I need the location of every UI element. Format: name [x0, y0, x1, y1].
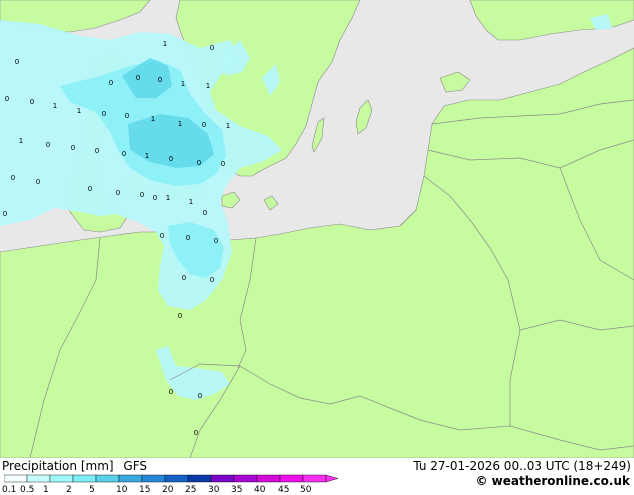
station-value: 0	[178, 312, 182, 320]
colorbar-segment	[72, 474, 97, 483]
colorbar-tick-label: 1	[43, 485, 49, 495]
station-value: 1	[206, 82, 210, 90]
colorbar-tick-label: 2	[66, 485, 72, 495]
colorbar-tick-label: 0.1	[2, 485, 17, 495]
station-value: 0	[202, 121, 206, 129]
station-value: 1	[189, 198, 193, 206]
station-value: 0	[88, 185, 92, 193]
station-value: 0	[186, 234, 190, 242]
station-value: 1	[77, 107, 81, 115]
station-value: 0	[95, 147, 99, 155]
station-value: 0	[210, 44, 214, 52]
colorbar-tick-label: 40	[254, 485, 266, 495]
station-value: 0	[158, 76, 162, 84]
colorbar-segment	[187, 474, 212, 483]
station-value: 0	[15, 58, 19, 66]
colorbar-tick-label: 5	[89, 485, 95, 495]
station-value: 0	[169, 388, 173, 396]
station-value: 1	[166, 194, 170, 202]
station-value: 0	[122, 150, 126, 158]
station-value: 1	[151, 115, 155, 123]
station-value: 0	[30, 98, 34, 106]
station-value: 0	[160, 232, 164, 240]
station-value: 0	[5, 95, 9, 103]
precipitation-map: 0 1 0 0 0 1 1 0 0 0 0 1 1 1 1 0 0 0 0 1 1 0 0 1 0 0 0 0 0 0 0 0 1 1 0 0 0 0 0 0…	[0, 0, 634, 458]
valid-time: Tu 27-01-2026 00..03 UTC (18+249)	[413, 459, 631, 473]
station-value: 0	[71, 144, 75, 152]
station-value: 0	[194, 429, 198, 437]
colorbar-segment	[210, 474, 235, 483]
station-value: 0	[136, 74, 140, 82]
colorbar-segment	[141, 474, 166, 483]
colorbar-segment	[49, 474, 74, 483]
station-value: 0	[153, 194, 157, 202]
station-value: 1	[163, 40, 167, 48]
station-value: 0	[46, 141, 50, 149]
station-value: 0	[197, 159, 201, 167]
station-value: 0	[221, 160, 225, 168]
station-value: 1	[181, 80, 185, 88]
station-value: 0	[125, 112, 129, 120]
station-value: 1	[53, 102, 57, 110]
station-value: 0	[11, 174, 15, 182]
station-value: 0	[116, 189, 120, 197]
precip-colorbar	[4, 474, 339, 483]
colorbar-tick-label: 15	[139, 485, 151, 495]
model-name: GFS	[123, 459, 147, 473]
station-value: 0	[214, 237, 218, 245]
colorbar-segment	[4, 474, 28, 483]
colorbar-segment	[279, 474, 304, 483]
colorbar-tick-label: 0.5	[20, 485, 35, 495]
colorbar-segment	[164, 474, 189, 483]
colorbar-tick-label: 45	[278, 485, 290, 495]
station-value: 0	[198, 392, 202, 400]
colorbar-tick-label: 50	[300, 485, 312, 495]
colorbar-segment	[233, 474, 258, 483]
colorbar-segment	[26, 474, 51, 483]
colorbar-tick-label: 20	[162, 485, 174, 495]
colorbar-tick-label: 10	[116, 485, 128, 495]
station-value: 0	[210, 276, 214, 284]
map-footer: Precipitation [mm] GFS Tu 27-01-2026 00.…	[0, 458, 634, 495]
station-value: 1	[145, 152, 149, 160]
colorbar-arrow	[325, 474, 339, 483]
station-value: 0	[36, 178, 40, 186]
credit-text: © weatheronline.co.uk	[475, 474, 630, 488]
station-value: 1	[178, 120, 182, 128]
colorbar-tick-label: 25	[185, 485, 197, 495]
legend-title: Precipitation [mm]	[2, 459, 114, 473]
station-value: 0	[109, 79, 113, 87]
colorbar-tick-label: 30	[208, 485, 220, 495]
colorbar-segment	[118, 474, 143, 483]
station-value: 1	[19, 137, 23, 145]
colorbar-segment	[95, 474, 120, 483]
station-value: 0	[203, 209, 207, 217]
colorbar-tick-label: 35	[231, 485, 243, 495]
colorbar-segment	[302, 474, 327, 483]
station-value: 0	[140, 191, 144, 199]
station-value: 0	[102, 110, 106, 118]
station-value: 0	[169, 155, 173, 163]
station-value: 1	[226, 122, 230, 130]
colorbar-segment	[256, 474, 281, 483]
station-value: 0	[182, 274, 186, 282]
station-value: 0	[3, 210, 7, 218]
